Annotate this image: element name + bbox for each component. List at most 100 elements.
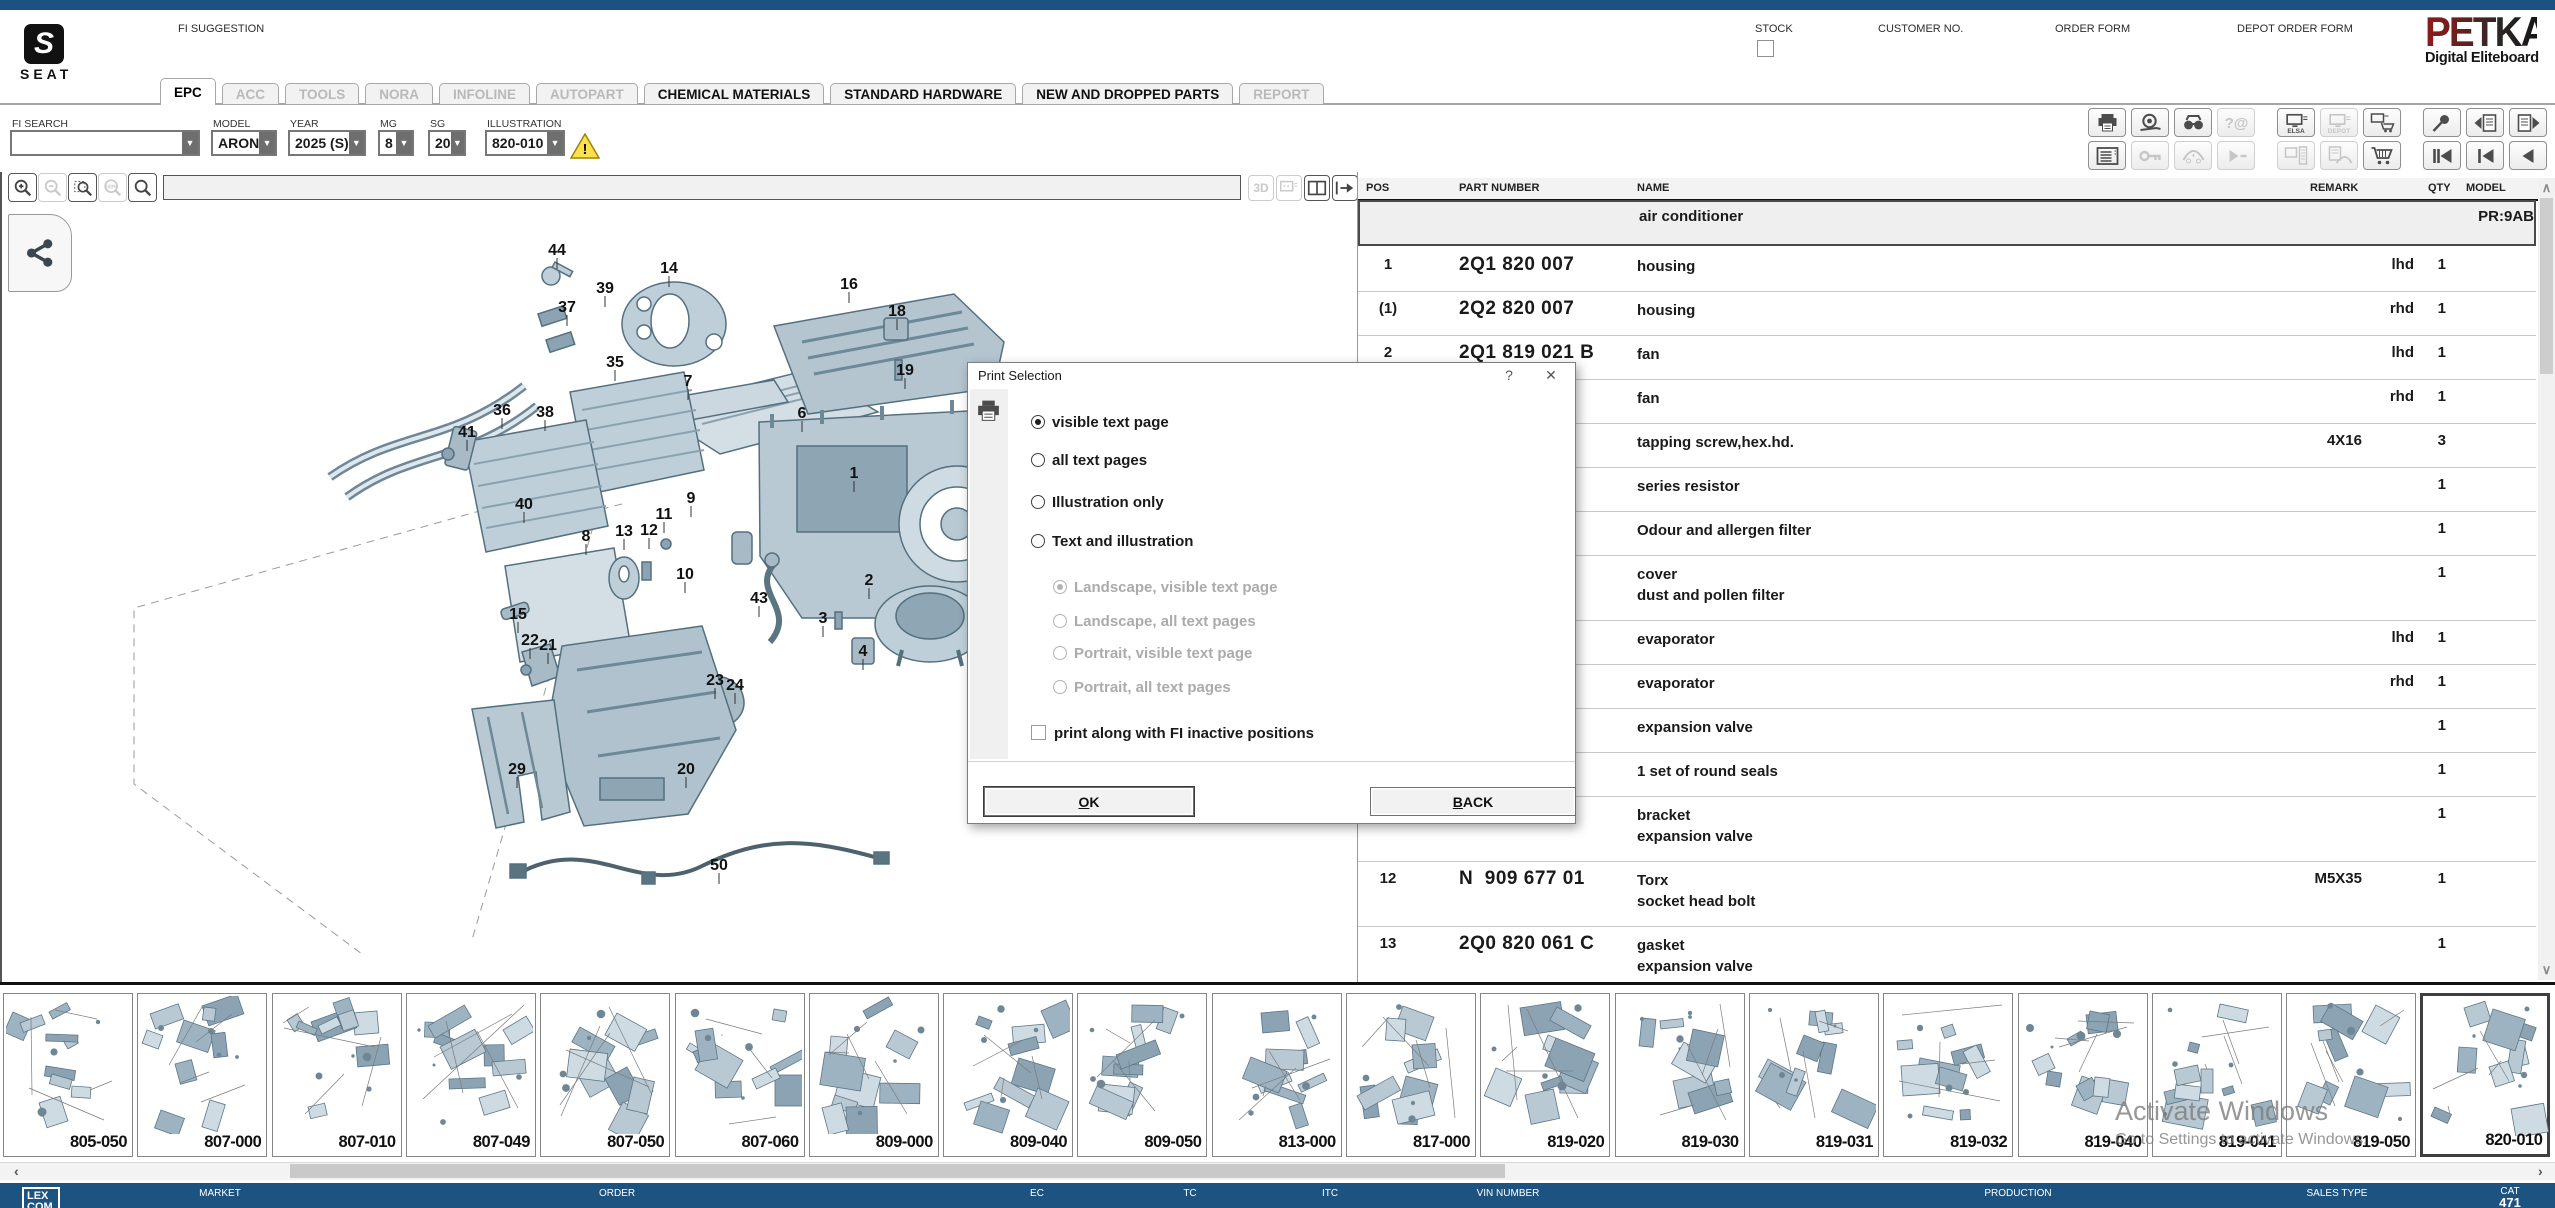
callout-14[interactable]: 14 bbox=[660, 260, 678, 277]
tab-standard-hardware[interactable]: STANDARD HARDWARE bbox=[830, 83, 1016, 105]
first-page-button[interactable] bbox=[2423, 141, 2461, 170]
table-row[interactable]: (1)2Q2 820 007housingrhd1 bbox=[1358, 291, 2536, 335]
callout-37[interactable]: 37 bbox=[558, 299, 576, 316]
page-forward-button[interactable] bbox=[2509, 108, 2547, 137]
callout-23[interactable]: 23 bbox=[706, 672, 724, 689]
callout-3[interactable]: 3 bbox=[819, 610, 828, 627]
thumbnail-813-000[interactable]: 813-000 bbox=[1212, 993, 1342, 1157]
wheel-order-button[interactable] bbox=[2131, 108, 2169, 137]
thumbnail-807-049[interactable]: 807-049 bbox=[406, 993, 536, 1157]
scroll-left-icon[interactable]: ‹ bbox=[14, 1163, 19, 1179]
callout-12[interactable]: 12 bbox=[640, 522, 658, 539]
pin-button[interactable] bbox=[2423, 108, 2461, 137]
thumbnail-805-050[interactable]: 805-050 bbox=[3, 993, 133, 1157]
elsa-button[interactable]: ELSA bbox=[2277, 108, 2315, 137]
thumbnail-diagram bbox=[275, 996, 399, 1134]
callout-2[interactable]: 2 bbox=[865, 572, 874, 589]
callout-9[interactable]: 9 bbox=[687, 490, 696, 507]
callout-11[interactable]: 11 bbox=[656, 506, 673, 523]
thumbnail-807-060[interactable]: 807-060 bbox=[675, 993, 805, 1157]
callout-4[interactable]: 4 bbox=[859, 643, 868, 660]
ok-button[interactable]: OK bbox=[984, 787, 1194, 816]
tab-epc[interactable]: EPC bbox=[160, 78, 216, 105]
monitor-cart-button[interactable] bbox=[2363, 108, 2401, 137]
fi-search-input[interactable]: ▼ bbox=[10, 130, 200, 156]
print-button[interactable] bbox=[2088, 108, 2126, 137]
thumbnail-diagram bbox=[1618, 996, 1742, 1134]
thumbnail-scrollbar-thumb[interactable] bbox=[290, 1164, 1505, 1178]
callout-1[interactable]: 1 bbox=[850, 465, 859, 482]
callout-10[interactable]: 10 bbox=[676, 566, 694, 583]
radio-text-and-illustration[interactable] bbox=[1031, 534, 1045, 548]
scroll-right-icon[interactable]: › bbox=[2538, 1163, 2543, 1179]
callout-50[interactable]: 50 bbox=[710, 857, 728, 874]
tab-new-and-dropped-parts[interactable]: NEW AND DROPPED PARTS bbox=[1022, 83, 1233, 105]
callout-16[interactable]: 16 bbox=[840, 276, 858, 293]
tab-chemical-materials[interactable]: CHEMICAL MATERIALS bbox=[644, 83, 825, 105]
thumbnail-809-050[interactable]: 809-050 bbox=[1077, 993, 1207, 1157]
callout-24[interactable]: 24 bbox=[726, 677, 744, 694]
callout-44[interactable]: 44 bbox=[548, 242, 566, 259]
thumbnail-819-030[interactable]: 819-030 bbox=[1615, 993, 1745, 1157]
fi-inactive-checkbox[interactable] bbox=[1031, 725, 1046, 740]
callout-21[interactable]: 21 bbox=[539, 637, 557, 654]
chevron-down-icon[interactable]: ▼ bbox=[396, 132, 412, 154]
chevron-down-icon[interactable]: ▼ bbox=[451, 132, 464, 154]
illustration-select[interactable]: 820-010▼ bbox=[485, 130, 565, 156]
chevron-down-icon[interactable]: ▼ bbox=[259, 132, 275, 154]
radio-visible-text-page[interactable] bbox=[1031, 415, 1045, 429]
chevron-down-icon[interactable]: ▼ bbox=[349, 132, 364, 154]
dialog-help-button[interactable]: ? bbox=[1498, 367, 1520, 383]
callout-22[interactable]: 22 bbox=[521, 632, 539, 649]
thumbnail-809-040[interactable]: 809-040 bbox=[943, 993, 1073, 1157]
callout-38[interactable]: 38 bbox=[536, 404, 554, 421]
binoculars-search-button[interactable] bbox=[2174, 108, 2212, 137]
page-back-button[interactable] bbox=[2466, 108, 2504, 137]
chevron-down-icon[interactable]: ▼ bbox=[547, 132, 563, 154]
thumbnail-807-050[interactable]: 807-050 bbox=[540, 993, 670, 1157]
dialog-close-button[interactable]: ✕ bbox=[1540, 367, 1562, 384]
callout-13[interactable]: 13 bbox=[615, 523, 633, 540]
cart-button[interactable] bbox=[2363, 141, 2401, 170]
thumbnail-807-010[interactable]: 807-010 bbox=[272, 993, 402, 1157]
callout-19[interactable]: 19 bbox=[896, 362, 914, 379]
callout-41[interactable]: 41 bbox=[458, 424, 476, 441]
year-select[interactable]: 2025 (S)▼ bbox=[288, 130, 366, 156]
callout-8[interactable]: 8 bbox=[582, 528, 591, 545]
thumbnail-820-010[interactable]: 820-010 bbox=[2420, 993, 2550, 1157]
callout-18[interactable]: 18 bbox=[888, 303, 906, 320]
chevron-down-icon[interactable]: ▼ bbox=[182, 132, 198, 154]
parts-list-button[interactable] bbox=[2088, 141, 2126, 170]
table-row[interactable]: 12N 909 677 01Torxsocket head boltM5X351 bbox=[1358, 861, 2536, 926]
callout-20[interactable]: 20 bbox=[677, 761, 695, 778]
radio-all-text-pages[interactable] bbox=[1031, 453, 1045, 467]
callout-35[interactable]: 35 bbox=[606, 354, 624, 371]
prev-page-button[interactable] bbox=[2466, 141, 2504, 170]
table-row[interactable]: 12Q1 820 007housinglhd1 bbox=[1358, 247, 2536, 291]
scroll-up-icon[interactable]: ∧ bbox=[2538, 180, 2555, 196]
callout-29[interactable]: 29 bbox=[508, 761, 526, 778]
callout-40[interactable]: 40 bbox=[515, 496, 533, 513]
scroll-down-icon[interactable]: ∨ bbox=[2538, 962, 2555, 978]
thumbnail-809-000[interactable]: 809-000 bbox=[809, 993, 939, 1157]
callout-7[interactable]: 7 bbox=[684, 373, 693, 390]
thumbnail-817-000[interactable]: 817-000 bbox=[1346, 993, 1476, 1157]
thumbnail-819-031[interactable]: 819-031 bbox=[1749, 993, 1879, 1157]
sg-select[interactable]: 20▼ bbox=[428, 130, 466, 156]
radio-illustration-only[interactable] bbox=[1031, 495, 1045, 509]
table-scrollbar-thumb[interactable] bbox=[2540, 198, 2553, 374]
back-button[interactable]: BACK bbox=[1370, 787, 1576, 816]
thumbnail-819-020[interactable]: 819-020 bbox=[1480, 993, 1610, 1157]
thumbnail-819-032[interactable]: 819-032 bbox=[1883, 993, 2013, 1157]
stock-checkbox[interactable] bbox=[1757, 40, 1774, 57]
thumbnail-807-000[interactable]: 807-000 bbox=[137, 993, 267, 1157]
callout-39[interactable]: 39 bbox=[596, 280, 614, 297]
model-select[interactable]: ARON▼ bbox=[211, 130, 277, 156]
callout-43[interactable]: 43 bbox=[750, 590, 768, 607]
back-button[interactable] bbox=[2509, 141, 2547, 170]
table-row-group[interactable]: air conditionerPR:9AB bbox=[1358, 200, 2536, 246]
callout-6[interactable]: 6 bbox=[798, 405, 807, 422]
mg-select[interactable]: 8▼ bbox=[378, 130, 414, 156]
callout-36[interactable]: 36 bbox=[493, 402, 511, 419]
callout-15[interactable]: 15 bbox=[509, 606, 527, 623]
